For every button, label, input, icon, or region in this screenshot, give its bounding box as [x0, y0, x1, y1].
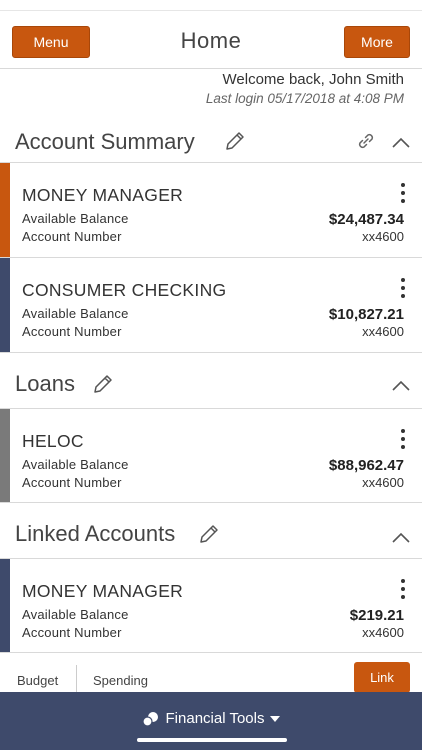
linked-accounts-header: Linked Accounts — [0, 502, 422, 559]
account-card[interactable]: CONSUMER CHECKING Available Balance Acco… — [0, 257, 422, 352]
account-color-bar — [0, 163, 10, 257]
pencil-icon[interactable] — [92, 373, 114, 395]
account-number: xx4600 — [362, 324, 404, 339]
account-number: xx4600 — [362, 475, 404, 490]
tab-budget[interactable]: Budget — [17, 673, 58, 688]
last-login: Last login 05/17/2018 at 4:08 PM — [205, 91, 404, 106]
account-color-bar — [0, 559, 10, 653]
account-name: HELOC — [22, 431, 84, 451]
account-name: MONEY MANAGER — [22, 581, 184, 601]
chevron-up-icon[interactable] — [392, 137, 410, 149]
available-balance: $88,962.47 — [328, 457, 404, 474]
account-number-label: Account Number — [22, 324, 122, 339]
section-title: Linked Accounts — [15, 521, 176, 546]
account-name: MONEY MANAGER — [22, 185, 184, 205]
divider — [76, 665, 77, 693]
account-number: xx4600 — [362, 625, 404, 640]
pencil-icon[interactable] — [224, 130, 246, 152]
balance-label: Available Balance — [22, 457, 129, 472]
financial-tools-label: Financial Tools — [165, 710, 265, 727]
chevron-up-icon[interactable] — [392, 380, 410, 392]
welcome-message: Welcome back, John Smith — [222, 71, 404, 88]
section-title: Account Summary — [15, 129, 195, 154]
account-card[interactable]: MONEY MANAGER Available Balance Account … — [0, 558, 422, 653]
tab-spending[interactable]: Spending — [93, 673, 148, 688]
loans-header: Loans — [0, 352, 422, 409]
available-balance: $24,487.34 — [328, 211, 404, 228]
financial-tools-tabs: Budget Spending Link — [0, 652, 422, 693]
account-summary-header: Account Summary — [0, 118, 422, 162]
chevron-up-icon[interactable] — [392, 532, 410, 544]
kebab-icon[interactable] — [400, 429, 406, 451]
available-balance: $10,827.21 — [328, 306, 404, 323]
balance-label: Available Balance — [22, 306, 129, 321]
link-button[interactable]: Link — [354, 662, 410, 693]
pencil-icon[interactable] — [198, 523, 220, 545]
account-card[interactable]: MONEY MANAGER Available Balance Account … — [0, 162, 422, 257]
available-balance: $219.21 — [349, 607, 404, 624]
section-title: Loans — [15, 371, 75, 396]
account-number-label: Account Number — [22, 475, 122, 490]
account-number: xx4600 — [362, 229, 404, 244]
kebab-icon[interactable] — [400, 278, 406, 300]
account-number-label: Account Number — [22, 229, 122, 244]
account-number-label: Account Number — [22, 625, 122, 640]
account-card[interactable]: HELOC Available Balance Account Number $… — [0, 408, 422, 503]
app-header: Menu Home More — [0, 10, 422, 69]
caret-down-icon — [270, 716, 281, 723]
account-color-bar — [0, 258, 10, 352]
financial-tools-bar[interactable]: Financial Tools — [0, 692, 422, 750]
account-color-bar — [0, 409, 10, 503]
kebab-icon[interactable] — [400, 183, 406, 205]
link-icon[interactable] — [354, 129, 378, 153]
coins-icon — [141, 712, 158, 727]
account-name: CONSUMER CHECKING — [22, 280, 227, 300]
kebab-icon[interactable] — [400, 579, 406, 601]
balance-label: Available Balance — [22, 607, 129, 622]
home-indicator — [137, 738, 287, 742]
balance-label: Available Balance — [22, 211, 129, 226]
more-button[interactable]: More — [344, 26, 410, 58]
